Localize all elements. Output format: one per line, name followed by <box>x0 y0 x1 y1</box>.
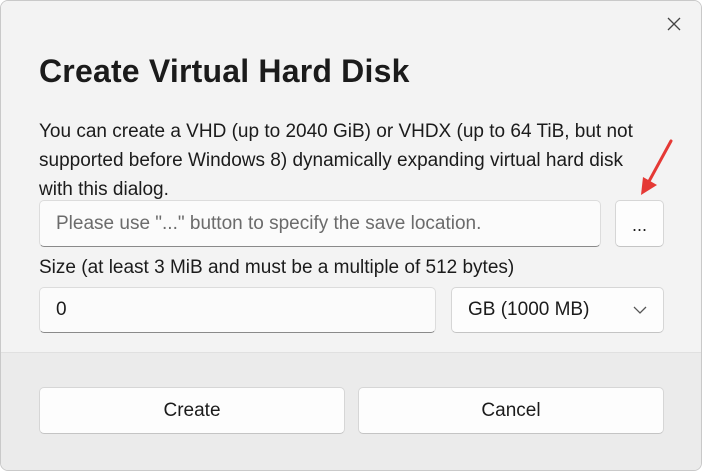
cancel-button[interactable]: Cancel <box>358 387 664 434</box>
dialog-description: You can create a VHD (up to 2040 GiB) or… <box>39 121 633 200</box>
create-vhd-dialog: Create Virtual Hard Disk You can create … <box>0 0 702 471</box>
dialog-content: Create Virtual Hard Disk You can create … <box>1 1 701 352</box>
unit-dropdown-value: GB (1000 MB) <box>468 299 590 320</box>
create-button[interactable]: Create <box>39 387 345 434</box>
chevron-down-icon <box>633 306 647 314</box>
save-location-input[interactable] <box>39 200 601 247</box>
browse-button[interactable]: ... <box>615 200 664 247</box>
close-button[interactable] <box>659 9 689 39</box>
close-icon <box>667 17 681 31</box>
dialog-title: Create Virtual Hard Disk <box>39 53 410 89</box>
size-label: Size (at least 3 MiB and must be a multi… <box>39 257 515 278</box>
unit-dropdown[interactable]: GB (1000 MB) <box>451 287 664 333</box>
size-input[interactable] <box>39 287 436 333</box>
